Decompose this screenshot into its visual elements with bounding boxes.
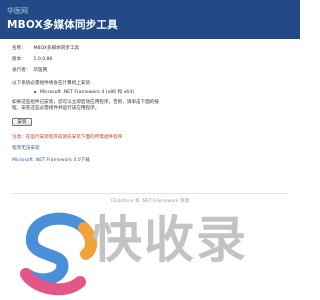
meta-publisher-label: 发行者:	[12, 68, 28, 73]
meta-publisher-row: 发行者: 华医网	[12, 67, 47, 73]
divider	[12, 193, 288, 194]
requirement-item: Microsoft .NET Framework 4 (x86 和 x64)	[40, 90, 134, 95]
help-link[interactable]: 程序无法安装	[12, 145, 40, 151]
meta-version-label: 版本:	[12, 57, 23, 62]
description-text: 如果这些组件已安装，您可以立即启动应用程序。否则，请单击下面的按钮，安装这些必需…	[12, 100, 160, 111]
meta-name-row: 名称: MBOX多媒体同步工具	[12, 45, 79, 51]
watermark-logo-icon	[20, 212, 97, 296]
meta-name-value: MBOX多媒体同步工具	[33, 46, 80, 51]
meta-publisher-value: 华医网	[33, 68, 48, 73]
watermark-text: 快收录	[92, 211, 248, 269]
warning-text: 注意：在运行安装程序前请先安装下面的所需组件程序	[12, 135, 123, 140]
brand-name: 华医网	[7, 7, 28, 15]
install-button[interactable]: 安装	[12, 118, 32, 126]
requirements-title: 以下系统必需组件将会在计算机上安装:	[12, 81, 92, 86]
meta-name-label: 名称:	[12, 46, 23, 51]
meta-version-value: 1.0.0.86	[33, 57, 53, 62]
page-title: MBOX多媒体同步工具	[7, 19, 118, 31]
bullet-icon	[34, 91, 37, 94]
app-header: 华医网 MBOX多媒体同步工具	[0, 0, 300, 39]
meta-version-row: 版本: 1.0.0.86	[12, 56, 52, 62]
dotnet-download-link[interactable]: Microsoft .NET Framework 4.0下载	[12, 157, 90, 163]
